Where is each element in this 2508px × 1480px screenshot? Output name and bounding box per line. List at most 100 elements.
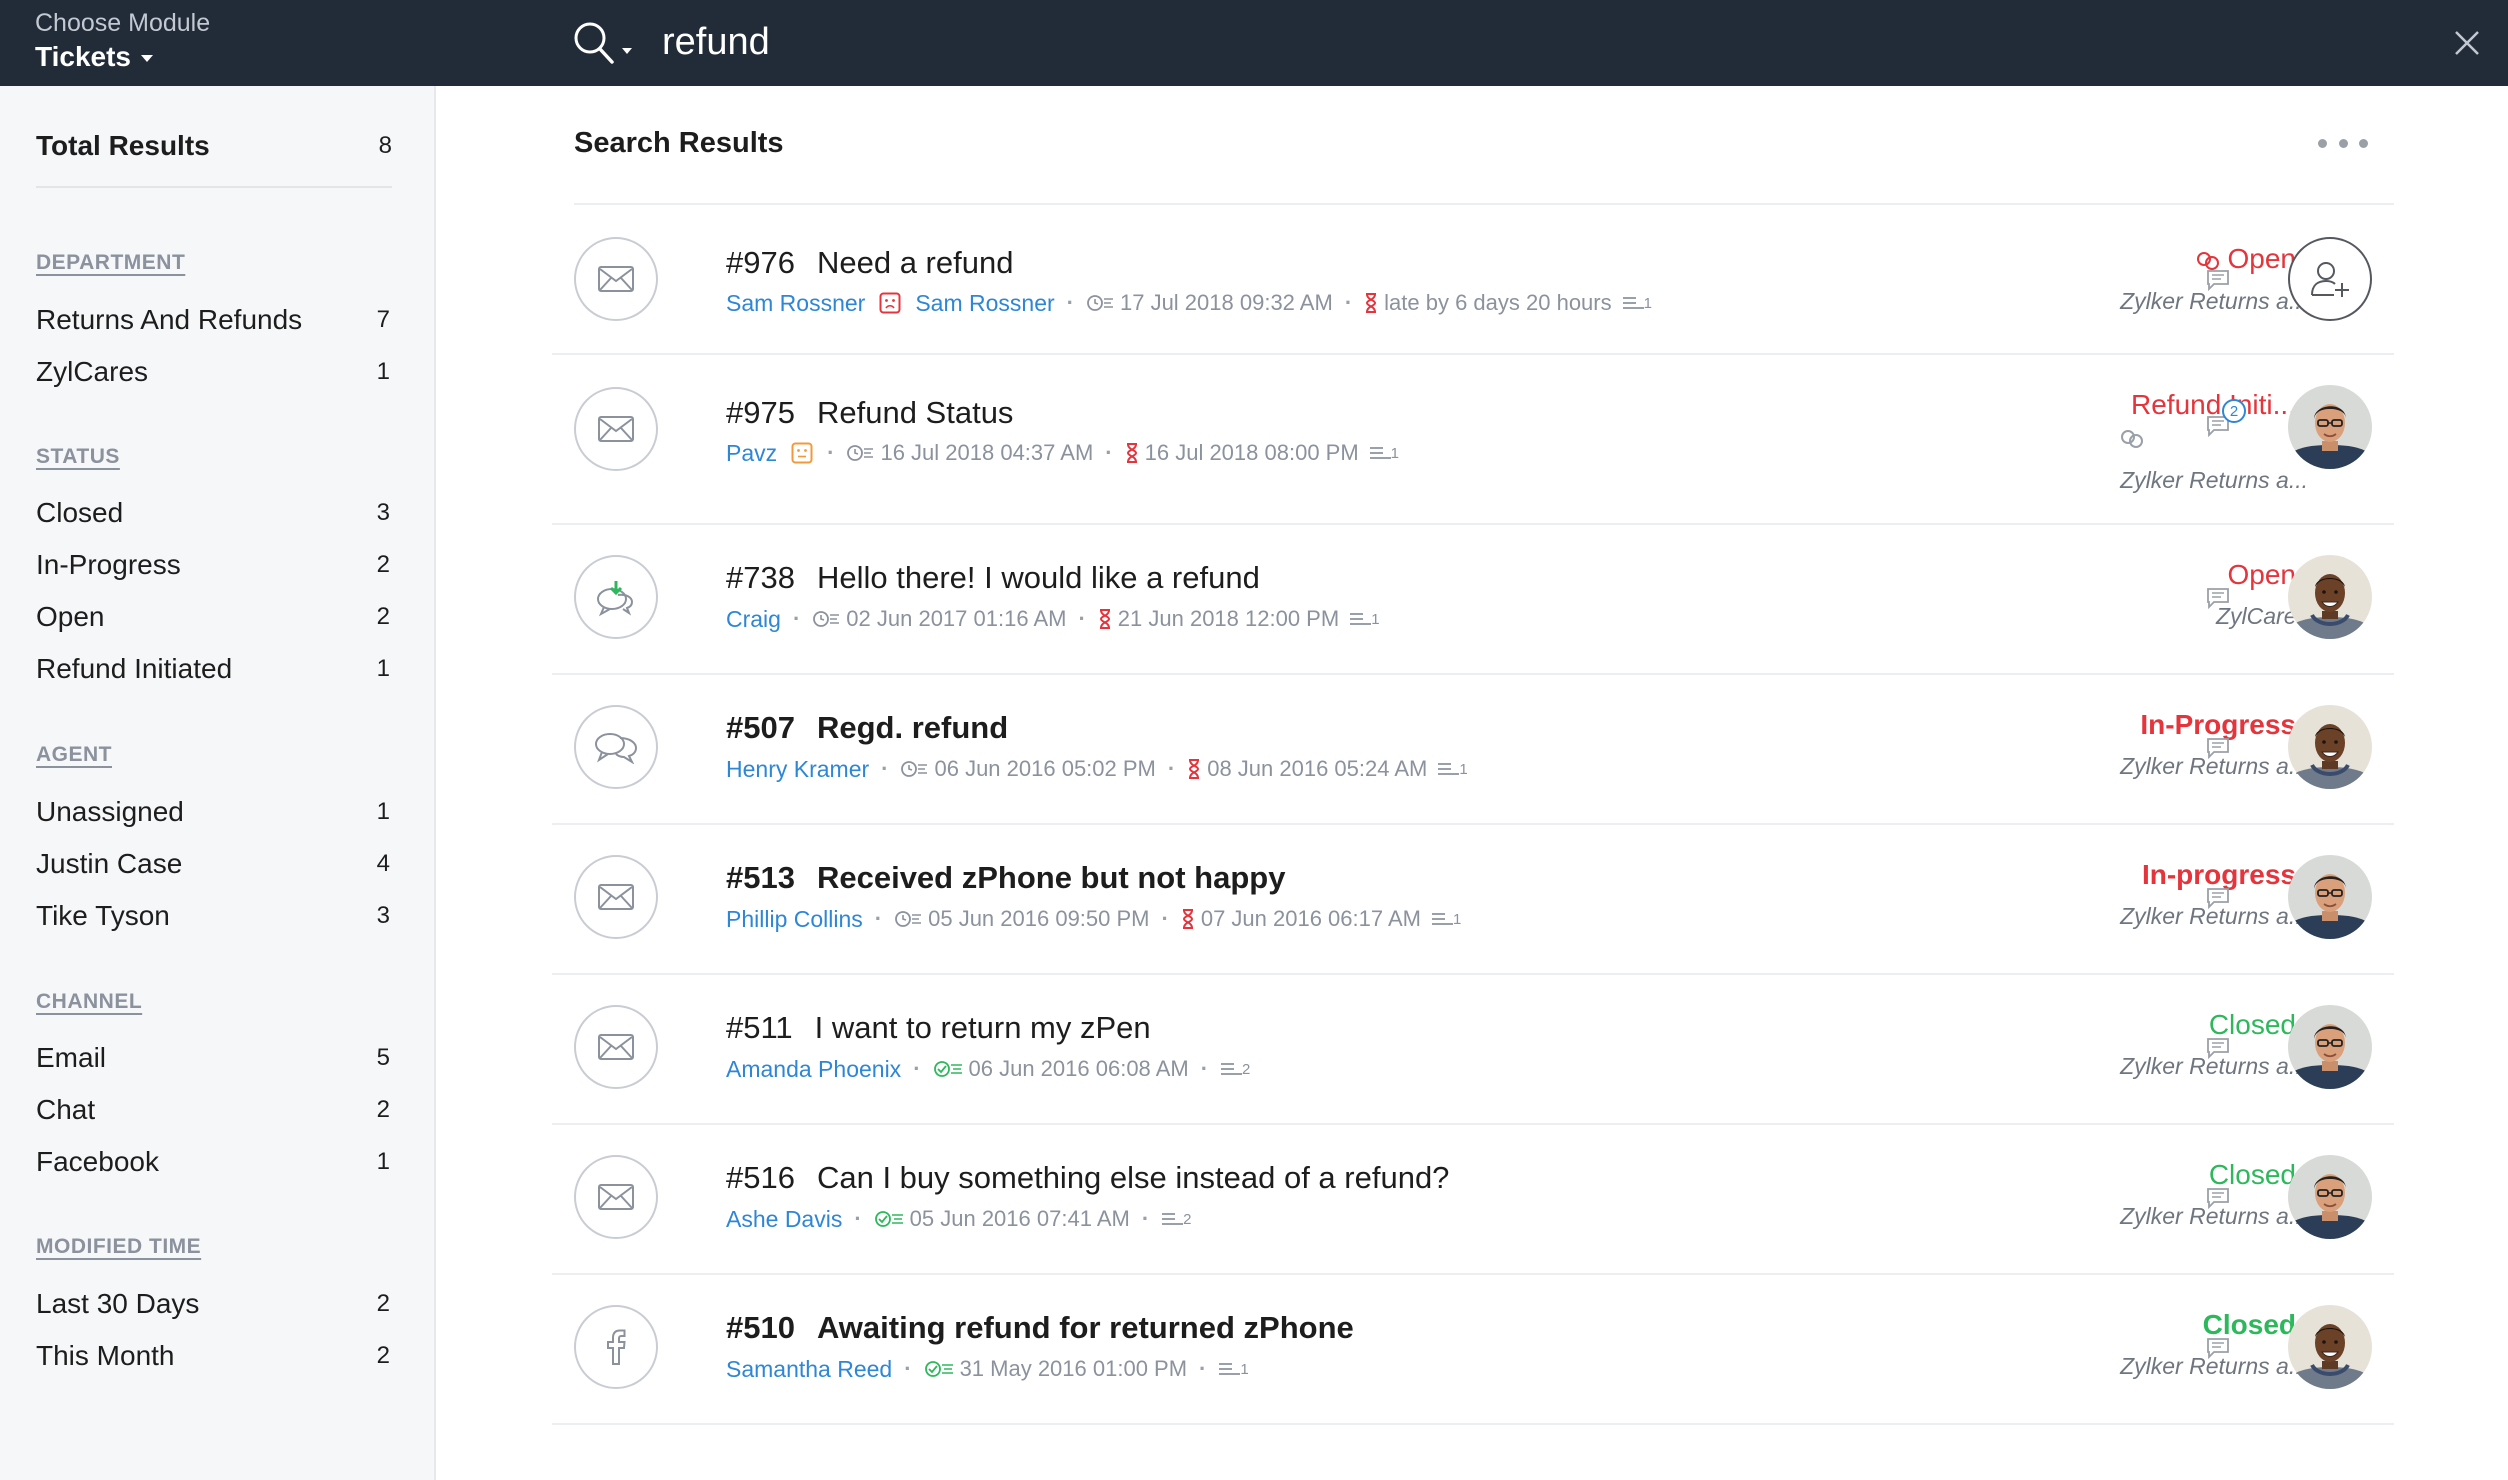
status-badge[interactable]: Closed bbox=[1876, 1309, 2296, 1341]
thread-count[interactable]: 1 bbox=[1431, 911, 1461, 928]
ticket-contact[interactable]: Amanda Phoenix bbox=[726, 1056, 901, 1083]
ticket-row[interactable]: #976 Need a refund Sam Rossner Sam Rossne… bbox=[552, 205, 2394, 355]
thread-count[interactable]: 2 bbox=[1161, 1210, 1192, 1228]
status-badge[interactable]: In-progress bbox=[1876, 859, 2296, 891]
comment-icon[interactable] bbox=[2206, 269, 2230, 291]
comment-icon[interactable] bbox=[2206, 887, 2230, 909]
facet-item-returns-and-refunds[interactable]: Returns And Refunds 7 bbox=[36, 298, 392, 342]
thread-count[interactable]: 1 bbox=[1622, 295, 1652, 312]
thread-count[interactable]: 1 bbox=[1218, 1361, 1249, 1378]
facet-item-refund-initiated[interactable]: Refund Initiated 1 bbox=[36, 647, 392, 691]
thread-count[interactable]: 1 bbox=[1437, 761, 1468, 778]
facet-item-justin-case[interactable]: Justin Case 4 bbox=[36, 842, 392, 886]
ticket-due-time: 07 Jun 2016 06:17 AM bbox=[1200, 906, 1421, 931]
facet-item-chat[interactable]: Chat 2 bbox=[36, 1088, 392, 1132]
more-dot-icon bbox=[2359, 138, 2368, 148]
avatar[interactable] bbox=[2288, 1005, 2372, 1089]
envelope-icon bbox=[574, 237, 658, 321]
ticket-contact[interactable]: Pavz bbox=[726, 440, 777, 467]
facet-item-tike-tyson[interactable]: Tike Tyson 3 bbox=[36, 894, 392, 938]
ticket-contact[interactable]: Sam Rossner bbox=[726, 290, 865, 317]
facet-item-facebook[interactable]: Facebook 1 bbox=[36, 1140, 392, 1184]
chevron-down-icon bbox=[141, 55, 153, 63]
avatar[interactable] bbox=[2288, 385, 2372, 469]
ticket-row[interactable]: #507 Regd. refund Henry Kramer · 06 Jun 2… bbox=[552, 675, 2394, 825]
ticket-title[interactable]: #516 Can I buy something else instead of … bbox=[726, 1160, 1449, 1196]
ticket-contact[interactable]: Samantha Reed bbox=[726, 1356, 892, 1383]
linked-tickets-icon[interactable] bbox=[2120, 429, 2144, 449]
facet-item-label: Email bbox=[36, 1042, 107, 1073]
ticket-title[interactable]: #511 I want to return my zPen bbox=[726, 1010, 1151, 1046]
envelope-icon bbox=[574, 855, 658, 939]
total-results[interactable]: Total Results 8 bbox=[36, 124, 392, 168]
status-badge[interactable]: Open bbox=[1876, 243, 2296, 275]
facet-item-last-30-days[interactable]: Last 30 Days 2 bbox=[36, 1282, 392, 1326]
ticket-contact[interactable]: Ashe Davis bbox=[726, 1206, 842, 1233]
facet-item-email[interactable]: Email 5 bbox=[36, 1036, 392, 1080]
avatar[interactable] bbox=[2288, 555, 2372, 639]
comment-icon[interactable] bbox=[2206, 1337, 2230, 1359]
facet-item-unassigned[interactable]: Unassigned 1 bbox=[36, 790, 392, 834]
comment-icon[interactable] bbox=[2206, 1037, 2230, 1059]
module-value[interactable]: Tickets bbox=[35, 39, 210, 75]
ticket-account[interactable]: Sam Rossner bbox=[915, 290, 1054, 317]
facet-item-label: ZylCares bbox=[36, 356, 149, 387]
thread-count-value: 2 bbox=[1242, 1060, 1251, 1078]
avatar[interactable] bbox=[2288, 1305, 2372, 1389]
avatar[interactable] bbox=[2288, 705, 2372, 789]
ticket-row[interactable]: #511 I want to return my zPen Amanda Phoe… bbox=[552, 975, 2394, 1125]
ticket-due-time: 16 Jul 2018 08:00 PM bbox=[1144, 440, 1359, 465]
avatar[interactable] bbox=[2288, 855, 2372, 939]
ticket-contact[interactable]: Henry Kramer bbox=[726, 756, 869, 783]
facet-item-closed[interactable]: Closed 3 bbox=[36, 491, 392, 535]
ticket-title[interactable]: #510 Awaiting refund for returned zPhone bbox=[726, 1310, 1354, 1346]
ticket-row[interactable]: #975 Refund Status Pavz · 16 Jul 2018 04:… bbox=[552, 355, 2394, 525]
search-input[interactable] bbox=[662, 14, 1862, 70]
facet-item-label: Open bbox=[36, 601, 105, 632]
ticket-row[interactable]: #516 Can I buy something else instead of … bbox=[552, 1125, 2394, 1275]
search-scope-button[interactable] bbox=[572, 20, 638, 66]
thread-count[interactable]: 1 bbox=[1349, 611, 1380, 628]
envelope-icon bbox=[574, 1005, 658, 1089]
ticket-row[interactable]: #513 Received zPhone but not happy Philli… bbox=[552, 825, 2394, 975]
comment-icon[interactable] bbox=[2206, 737, 2230, 759]
facet-item-zylcares[interactable]: ZylCares 1 bbox=[36, 350, 392, 394]
status-badge[interactable]: In-Progress bbox=[1876, 709, 2296, 741]
facet-item-count: 3 bbox=[376, 499, 390, 526]
ticket-row[interactable]: #510 Awaiting refund for returned zPhone … bbox=[552, 1275, 2394, 1425]
ticket-contact[interactable]: Craig bbox=[726, 606, 781, 633]
ticket-row[interactable]: #738 Hello there! I would like a refund C… bbox=[552, 525, 2394, 675]
facet-item-count: 2 bbox=[376, 1290, 390, 1317]
facet-item-this-month[interactable]: This Month 2 bbox=[36, 1334, 392, 1378]
module-chooser[interactable]: Choose Module Tickets bbox=[35, 8, 210, 75]
facet-item-count: 3 bbox=[376, 902, 390, 929]
status-badge[interactable]: Open bbox=[1876, 559, 2297, 591]
comment-icon[interactable] bbox=[2206, 587, 2230, 609]
ticket-created-time: 17 Jul 2018 09:32 AM bbox=[1119, 290, 1333, 315]
ticket-title[interactable]: #975 Refund Status bbox=[726, 395, 1013, 431]
ticket-title[interactable]: #513 Received zPhone but not happy bbox=[726, 860, 1285, 896]
created-time-icon bbox=[900, 759, 928, 779]
ticket-contact[interactable]: Phillip Collins bbox=[726, 906, 863, 933]
created-time-icon bbox=[894, 909, 922, 929]
assign-agent-button[interactable] bbox=[2288, 237, 2372, 321]
thread-count-value: 2 bbox=[1183, 1210, 1192, 1228]
facet-item-in-progress[interactable]: In-Progress 2 bbox=[36, 543, 392, 587]
comment-icon[interactable] bbox=[2206, 1187, 2230, 1209]
status-badge[interactable]: Closed bbox=[1876, 1159, 2296, 1191]
status-badge[interactable]: Closed bbox=[1876, 1009, 2296, 1041]
avatar[interactable] bbox=[2288, 1155, 2372, 1239]
ticket-meta: Henry Kramer · 06 Jun 2016 05:02 PM · 08… bbox=[726, 755, 1468, 783]
more-options-button[interactable] bbox=[2318, 126, 2368, 160]
thread-count[interactable]: 2 bbox=[1220, 1061, 1250, 1078]
page-title: Search Results bbox=[574, 127, 784, 159]
ticket-created-time: 05 Jun 2016 09:50 PM bbox=[928, 906, 1150, 931]
ticket-department: Zylker Returns a... bbox=[2120, 1053, 2308, 1079]
facet-item-open[interactable]: Open 2 bbox=[36, 595, 392, 639]
more-dot-icon bbox=[2338, 138, 2348, 148]
ticket-title[interactable]: #738 Hello there! I would like a refund bbox=[726, 560, 1260, 596]
ticket-title[interactable]: #507 Regd. refund bbox=[726, 710, 1008, 746]
close-search-button[interactable] bbox=[2450, 26, 2484, 60]
thread-count[interactable]: 1 bbox=[1369, 445, 1399, 462]
ticket-title[interactable]: #976 Need a refund bbox=[726, 245, 1013, 281]
